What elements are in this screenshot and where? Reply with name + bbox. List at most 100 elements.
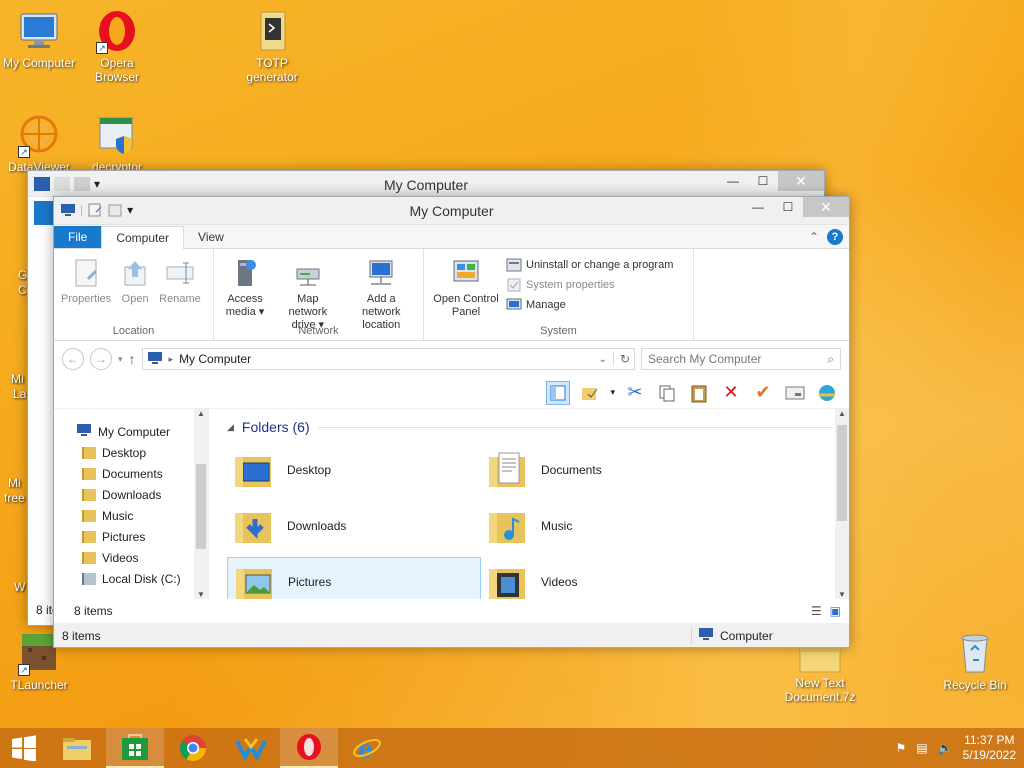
ribbon-group-location: Properties Open Rename Location [54,249,214,340]
nav-item-documents[interactable]: Documents [82,463,208,484]
desktop-icon-label: TOTP generator [246,56,298,84]
manage-button[interactable]: Manage [506,297,673,313]
search-icon: ⌕ [827,351,834,366]
network-icon[interactable]: ▤ [916,741,927,755]
taskbar-file-explorer[interactable] [48,728,106,768]
clock[interactable]: 11:37 PM 5/19/2022 [963,733,1016,763]
search-input[interactable]: Search My Computer ⌕ [641,348,841,370]
folder-documents[interactable]: Documents [481,445,735,495]
folder-videos[interactable]: Videos [481,557,735,599]
maximize-button[interactable]: ☐ [748,171,778,191]
globe-icon[interactable] [815,381,839,405]
pictures-folder-icon [234,561,276,599]
media-server-icon [229,257,261,289]
folder-view: ◢ Folders (6) Desktop Documents Download… [209,409,849,599]
details-view-icon[interactable]: ☰ [811,604,822,618]
volume-muted-icon[interactable]: 🔈 [938,741,953,755]
scroll-thumb[interactable] [196,464,206,549]
desktop-icon-label: Opera Browser [94,56,139,84]
recent-locations-icon[interactable]: ▾ [118,354,123,365]
desktop-folder-icon [233,449,275,491]
nav-item-pictures[interactable]: Pictures [82,526,208,547]
back-button[interactable]: ← [62,348,84,370]
paste-icon[interactable] [687,381,711,405]
chevron-down-icon[interactable]: ▾ [610,387,615,398]
scroll-down-icon[interactable]: ▼ [194,590,208,599]
collapse-ribbon-icon[interactable]: ⌃ [809,230,819,244]
minimize-button[interactable]: — [743,197,773,217]
file-explorer-icon [63,738,91,760]
nav-item-my-computer[interactable]: My Computer [76,421,208,442]
taskbar-opera[interactable] [280,728,338,768]
taskbar-internet-explorer[interactable]: e [338,728,396,768]
tab-view[interactable]: View [184,226,238,248]
desktop-icon-new-text-document[interactable]: New Text Document.7z [780,640,860,704]
action-center-flag-icon[interactable]: ⚑ [896,741,907,755]
breadcrumb-chevron-icon[interactable]: ▸ [169,354,174,365]
desktop-icon-totp[interactable]: TOTP generator [233,8,311,84]
collapse-group-icon[interactable]: ◢ [227,422,234,433]
maximize-button[interactable]: ☐ [773,197,803,217]
folder-icon [82,488,96,501]
start-button[interactable] [0,728,48,768]
address-bar[interactable]: ▸ My Computer ⌄ ↻ [141,348,635,370]
cut-icon[interactable]: ✂ [623,381,647,405]
nav-item-local-disk[interactable]: Local Disk (C:) [82,568,208,589]
copy-icon[interactable] [655,381,679,405]
chrome-icon [179,735,207,762]
shield-app-icon [94,112,140,158]
nav-item-music[interactable]: Music [82,505,208,526]
close-button[interactable]: ✕ [803,197,849,217]
folder-icon [82,446,96,459]
nav-item-desktop[interactable]: Desktop [82,442,208,463]
delete-icon[interactable]: ✕ [719,381,743,405]
uninstall-program-button[interactable]: Uninstall or change a program [506,257,673,273]
large-icons-view-icon[interactable]: ▣ [830,604,841,618]
ribbon-tabs: File Computer View ⌃ ? [54,225,849,249]
up-button[interactable]: ↑ [129,351,136,367]
properties-icon [70,257,102,289]
properties-icon[interactable] [783,381,807,405]
minimize-button[interactable]: — [718,171,748,191]
check-folder-icon[interactable] [578,381,602,405]
scroll-up-icon[interactable]: ▲ [194,409,208,418]
folder-pictures[interactable]: Pictures [227,557,481,599]
scroll-thumb[interactable] [837,425,847,521]
content-scrollbar[interactable]: ▲ ▼ [835,409,849,599]
scroll-down-icon[interactable]: ▼ [835,590,849,599]
store-icon [122,734,148,760]
group-header[interactable]: ◢ Folders (6) [227,415,833,439]
nav-item-videos[interactable]: Videos [82,547,208,568]
scroll-up-icon[interactable]: ▲ [835,409,849,418]
close-button[interactable]: ✕ [778,171,824,191]
folder-downloads[interactable]: Downloads [227,501,481,551]
explorer-window[interactable]: | ▾ My Computer — ☐ ✕ File Computer View… [53,196,850,648]
folder-music[interactable]: Music [481,501,735,551]
forward-button[interactable]: → [90,348,112,370]
navigation-pane: My Computer Desktop Documents Downloads … [54,409,209,599]
desktop-icon-recycle-bin[interactable]: Recycle Bin [936,630,1014,692]
nav-item-downloads[interactable]: Downloads [82,484,208,505]
folder-desktop[interactable]: Desktop [227,445,481,495]
refresh-icon[interactable]: ↻ [612,352,630,366]
nav-scrollbar[interactable]: ▲ ▼ [194,409,208,599]
system-properties-button[interactable]: System properties [506,277,673,293]
file-tab-partial[interactable] [34,201,54,225]
checklist-icon [506,277,522,293]
desktop-icon-opera[interactable]: ↗ Opera Browser [78,8,156,84]
taskbar: e ⚑ ▤ 🔈 11:37 PM 5/19/2022 [0,728,1024,768]
network-location-icon [365,257,397,289]
taskbar-store[interactable] [106,728,164,768]
preview-pane-icon[interactable] [546,380,571,405]
ribbon-group-network: Access media ▾ Map network drive ▾ Add a… [214,249,424,340]
taskbar-app[interactable] [222,728,280,768]
documents-folder-icon [487,449,529,491]
tab-file[interactable]: File [54,226,102,248]
taskbar-chrome[interactable] [164,728,222,768]
checkmark-icon[interactable]: ✔ [751,381,775,405]
help-icon[interactable]: ? [827,229,843,245]
music-folder-icon [487,505,529,547]
tab-computer[interactable]: Computer [101,226,185,249]
desktop-icon-decryptor[interactable]: decryptor [78,112,156,174]
address-dropdown-icon[interactable]: ⌄ [599,354,607,365]
